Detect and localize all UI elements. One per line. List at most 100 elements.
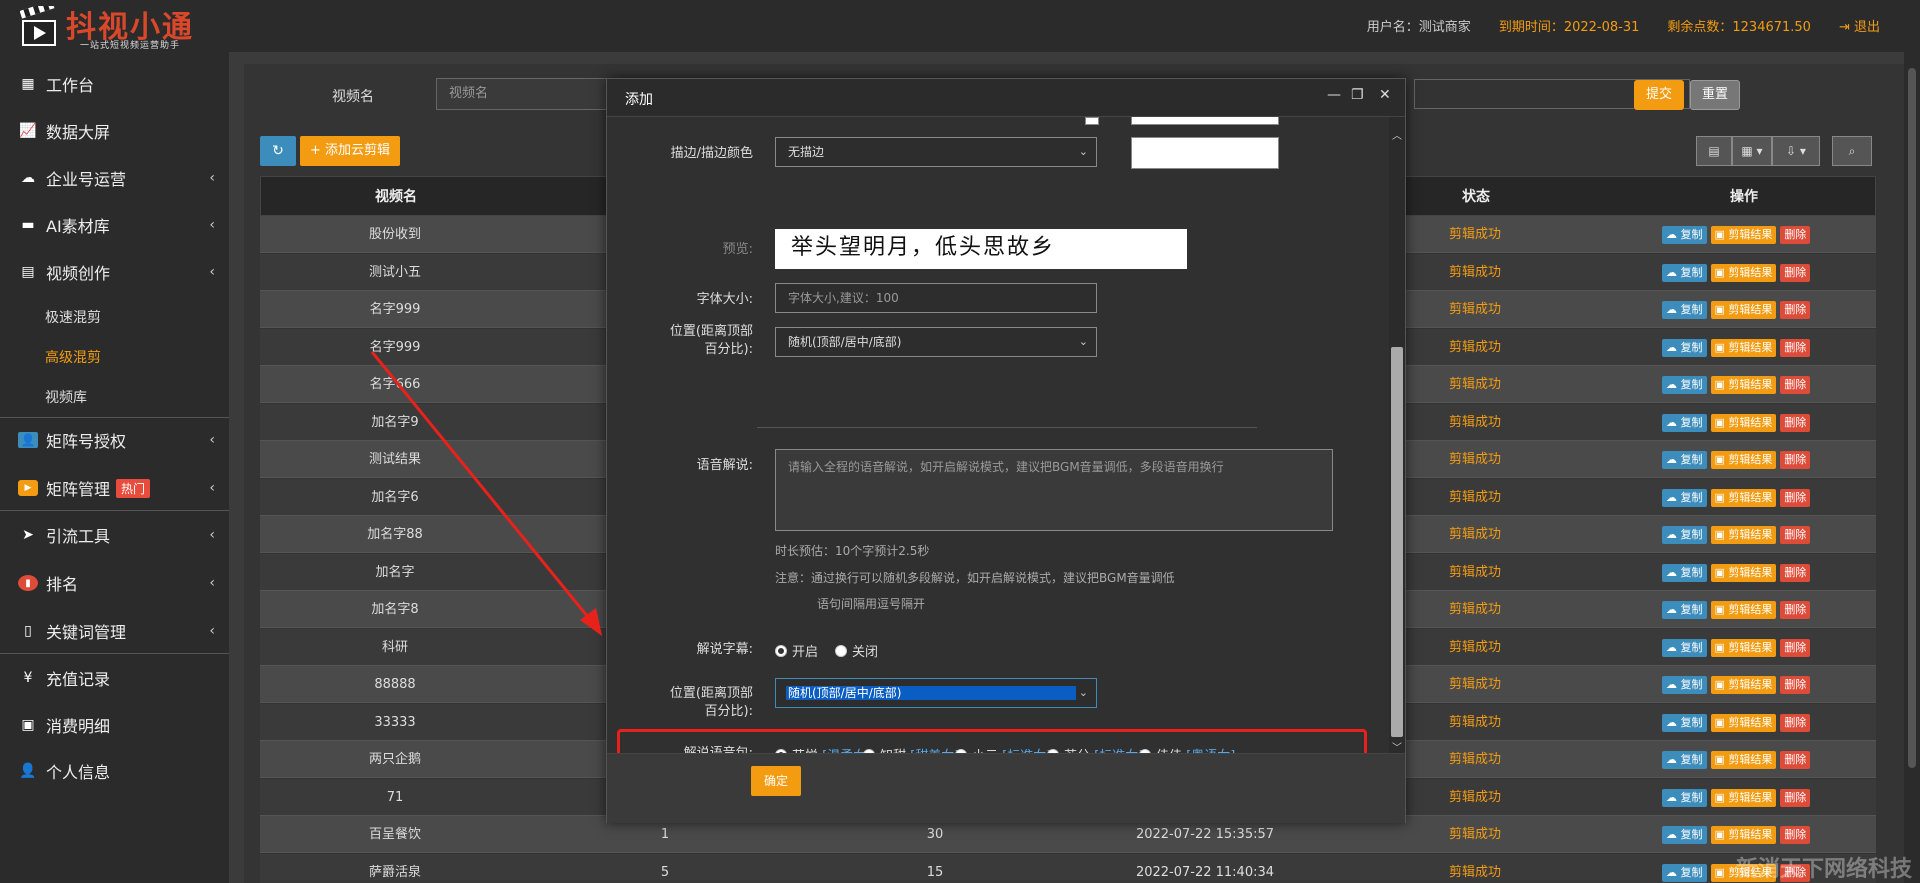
- clip-result-button[interactable]: ▣ 剪辑结果: [1710, 751, 1777, 769]
- copy-button[interactable]: ☁ 复制: [1662, 226, 1707, 244]
- clip-result-button[interactable]: ▣ 剪辑结果: [1710, 601, 1777, 619]
- sidebar-item-traffic-tools[interactable]: ➤ 引流工具 ‹: [0, 513, 229, 557]
- clip-result-button[interactable]: ▣ 剪辑结果: [1710, 413, 1777, 432]
- close-icon[interactable]: ✕: [1379, 87, 1391, 103]
- delete-button[interactable]: 删除: [1780, 376, 1811, 394]
- clip-result-button[interactable]: ▣ 剪辑结果: [1710, 338, 1777, 357]
- subtitle-position-select[interactable]: 随机(顶部/居中/底部) ⌄: [775, 678, 1097, 708]
- delete-button[interactable]: 删除: [1780, 263, 1811, 282]
- copy-button[interactable]: ☁ 复制: [1662, 826, 1707, 844]
- refresh-button[interactable]: ↻: [260, 136, 296, 166]
- delete-button[interactable]: 删除: [1780, 338, 1811, 357]
- clip-result-button[interactable]: ▣ 剪辑结果: [1710, 226, 1777, 244]
- delete-button[interactable]: 删除: [1780, 488, 1811, 507]
- copy-button[interactable]: ☁ 复制: [1662, 451, 1707, 469]
- delete-button[interactable]: 删除: [1780, 413, 1811, 432]
- subtitle-off-radio[interactable]: 关闭: [835, 641, 878, 660]
- sidebar-sub-advanced-mix[interactable]: 高级混剪: [45, 347, 101, 367]
- clip-result-button[interactable]: ▣ 剪辑结果: [1710, 788, 1777, 807]
- page-scroll-thumb[interactable]: [1908, 68, 1916, 768]
- confirm-button[interactable]: 确定: [751, 766, 801, 796]
- copy-button[interactable]: ☁ 复制: [1662, 676, 1707, 694]
- voice-option[interactable]: 佳佳 [粤语女]: [1139, 745, 1235, 753]
- page-scrollbar[interactable]: [1904, 52, 1920, 883]
- chevron-up-icon[interactable]: ︿: [1392, 127, 1402, 142]
- copy-button[interactable]: ☁ 复制: [1662, 301, 1707, 319]
- sidebar-item-ranking[interactable]: ▮ 排名 ‹: [0, 561, 229, 605]
- sidebar-item-profile[interactable]: 👤 个人信息: [0, 749, 229, 793]
- modal-scrollbar[interactable]: ︿ ﹀: [1389, 117, 1405, 753]
- sidebar-sub-fast-mix[interactable]: 极速混剪: [45, 307, 101, 327]
- position-select[interactable]: 随机(顶部/居中/底部) ⌄: [775, 327, 1097, 357]
- clip-result-button[interactable]: ▣ 剪辑结果: [1710, 713, 1777, 732]
- delete-button[interactable]: 删除: [1780, 226, 1811, 244]
- reset-button[interactable]: 重置: [1690, 80, 1740, 110]
- delete-button[interactable]: 删除: [1780, 526, 1811, 544]
- narration-textarea[interactable]: 请输入全程的语音解说，如开启解说模式，建议把BGM音量调低，多段语音用换行: [775, 449, 1333, 531]
- fontsize-input[interactable]: 字体大小,建议：100: [775, 283, 1097, 313]
- grid-view-button[interactable]: ▦ ▾: [1732, 136, 1772, 166]
- sidebar-item-video-create[interactable]: ▤ 视频创作 ‹: [0, 250, 229, 294]
- color-input-top[interactable]: [1131, 117, 1279, 125]
- clip-result-button[interactable]: ▣ 剪辑结果: [1710, 451, 1777, 469]
- voice-option[interactable]: 若兮 [标准女]: [1047, 745, 1143, 753]
- scroll-thumb[interactable]: [1391, 347, 1403, 737]
- copy-button[interactable]: ☁ 复制: [1662, 563, 1707, 582]
- delete-button[interactable]: 删除: [1780, 638, 1811, 657]
- copy-button[interactable]: ☁ 复制: [1662, 338, 1707, 357]
- delete-button[interactable]: 删除: [1780, 676, 1811, 694]
- clip-result-button[interactable]: ▣ 剪辑结果: [1710, 563, 1777, 582]
- sidebar-item-matrix-manage[interactable]: ▶ 矩阵管理 热门 ‹: [0, 466, 229, 510]
- subtitle-on-radio[interactable]: 开启: [775, 641, 818, 660]
- copy-button[interactable]: ☁ 复制: [1662, 863, 1707, 882]
- sidebar-item-enterprise[interactable]: ☁ 企业号运营 ‹: [0, 156, 229, 200]
- delete-button[interactable]: 删除: [1780, 563, 1811, 582]
- delete-button[interactable]: 删除: [1780, 451, 1811, 469]
- color-swatch-top[interactable]: [1085, 117, 1099, 125]
- clip-result-button[interactable]: ▣ 剪辑结果: [1710, 263, 1777, 282]
- minimize-icon[interactable]: —: [1327, 87, 1341, 103]
- clip-result-button[interactable]: ▣ 剪辑结果: [1710, 638, 1777, 657]
- copy-button[interactable]: ☁ 复制: [1662, 376, 1707, 394]
- export-button[interactable]: ⇩ ▾: [1772, 136, 1820, 166]
- stroke-select[interactable]: 无描边 ⌄: [775, 137, 1097, 167]
- voice-option[interactable]: 知甜 [甜美女]: [863, 745, 959, 753]
- voice-option[interactable]: 小云 [标准女]: [955, 745, 1051, 753]
- delete-button[interactable]: 删除: [1780, 788, 1811, 807]
- sidebar-item-consumption[interactable]: ▣ 消费明细: [0, 703, 229, 747]
- table-view-button[interactable]: ▤: [1696, 136, 1732, 166]
- copy-button[interactable]: ☁ 复制: [1662, 488, 1707, 507]
- add-cloud-clip-button[interactable]: + 添加云剪辑: [300, 136, 400, 166]
- copy-button[interactable]: ☁ 复制: [1662, 526, 1707, 544]
- clip-result-button[interactable]: ▣ 剪辑结果: [1710, 301, 1777, 319]
- delete-button[interactable]: 删除: [1780, 601, 1811, 619]
- sidebar-item-keywords[interactable]: ▯ 关键词管理 ‹: [0, 609, 229, 653]
- sidebar-item-ai-library[interactable]: ▬ AI素材库 ‹: [0, 203, 229, 247]
- delete-button[interactable]: 删除: [1780, 713, 1811, 732]
- logout-link[interactable]: ⇥ 退出: [1839, 16, 1880, 35]
- logo[interactable]: 抖视小通 一站式短视频运营助手: [20, 4, 220, 51]
- copy-button[interactable]: ☁ 复制: [1662, 788, 1707, 807]
- clip-result-button[interactable]: ▣ 剪辑结果: [1710, 526, 1777, 544]
- copy-button[interactable]: ☁ 复制: [1662, 751, 1707, 769]
- copy-button[interactable]: ☁ 复制: [1662, 263, 1707, 282]
- voice-option[interactable]: 艾悦 [温柔女]: [775, 745, 871, 753]
- chevron-down-icon[interactable]: ﹀: [1392, 739, 1402, 753]
- sidebar-item-recharge[interactable]: ¥ 充值记录: [0, 656, 229, 700]
- copy-button[interactable]: ☁ 复制: [1662, 601, 1707, 619]
- delete-button[interactable]: 删除: [1780, 751, 1811, 769]
- clip-result-button[interactable]: ▣ 剪辑结果: [1710, 676, 1777, 694]
- delete-button[interactable]: 删除: [1780, 826, 1811, 844]
- sidebar-item-workbench[interactable]: ▦ 工作台: [0, 62, 229, 106]
- search-toggle-button[interactable]: ⌕: [1832, 136, 1872, 166]
- copy-button[interactable]: ☁ 复制: [1662, 638, 1707, 657]
- clip-result-button[interactable]: ▣ 剪辑结果: [1710, 488, 1777, 507]
- sidebar-item-data-screen[interactable]: 📈 数据大屏: [0, 109, 229, 153]
- copy-button[interactable]: ☁ 复制: [1662, 413, 1707, 432]
- stroke-color-input[interactable]: [1131, 137, 1279, 169]
- sidebar-item-matrix-auth[interactable]: 👤 矩阵号授权 ‹: [0, 418, 229, 462]
- copy-button[interactable]: ☁ 复制: [1662, 713, 1707, 732]
- sidebar-sub-video-library[interactable]: 视频库: [45, 387, 87, 407]
- clip-result-button[interactable]: ▣ 剪辑结果: [1710, 376, 1777, 394]
- maximize-icon[interactable]: ❐: [1351, 87, 1364, 103]
